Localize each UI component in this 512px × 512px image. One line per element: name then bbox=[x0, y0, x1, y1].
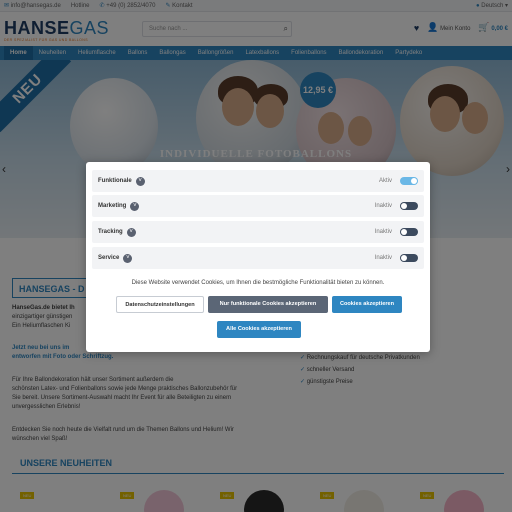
accept-functional-button[interactable]: Nur funktionale Cookies akzeptieren bbox=[208, 296, 328, 313]
tracking-toggle[interactable] bbox=[400, 228, 418, 236]
chevron-down-icon[interactable]: ˅ bbox=[126, 227, 136, 237]
category-label: Funktionale bbox=[98, 178, 132, 184]
marketing-toggle[interactable] bbox=[400, 202, 418, 210]
functional-toggle[interactable] bbox=[400, 177, 418, 185]
service-toggle[interactable] bbox=[400, 254, 418, 262]
privacy-settings-button[interactable]: Datenschutzeinstellungen bbox=[116, 296, 204, 313]
accept-all-cookies-button[interactable]: Alle Cookies akzeptieren bbox=[217, 321, 301, 338]
category-status: Inaktiv bbox=[374, 203, 392, 209]
cookie-category-service[interactable]: Service ˅ Inaktiv bbox=[92, 247, 424, 269]
category-label: Service bbox=[98, 255, 120, 261]
category-status: Aktiv bbox=[378, 178, 392, 184]
cookie-notice-text: Diese Website verwendet Cookies, um Ihne… bbox=[131, 280, 385, 286]
accept-cookies-button[interactable]: Cookies akzeptieren bbox=[332, 296, 402, 313]
category-label: Tracking bbox=[98, 229, 123, 235]
chevron-down-icon[interactable]: ˅ bbox=[130, 201, 140, 211]
cookie-consent-modal: Funktionale ˅ Aktiv Marketing ˅ Inaktiv … bbox=[86, 162, 430, 352]
chevron-down-icon[interactable]: ˅ bbox=[135, 176, 145, 186]
category-status: Inaktiv bbox=[374, 229, 392, 235]
category-label: Marketing bbox=[98, 203, 127, 209]
category-status: Inaktiv bbox=[374, 255, 392, 261]
cookie-category-functional[interactable]: Funktionale ˅ Aktiv bbox=[92, 170, 424, 192]
chevron-down-icon[interactable]: ˅ bbox=[123, 253, 133, 263]
cookie-category-tracking[interactable]: Tracking ˅ Inaktiv bbox=[92, 221, 424, 243]
cookie-category-marketing[interactable]: Marketing ˅ Inaktiv bbox=[92, 195, 424, 217]
